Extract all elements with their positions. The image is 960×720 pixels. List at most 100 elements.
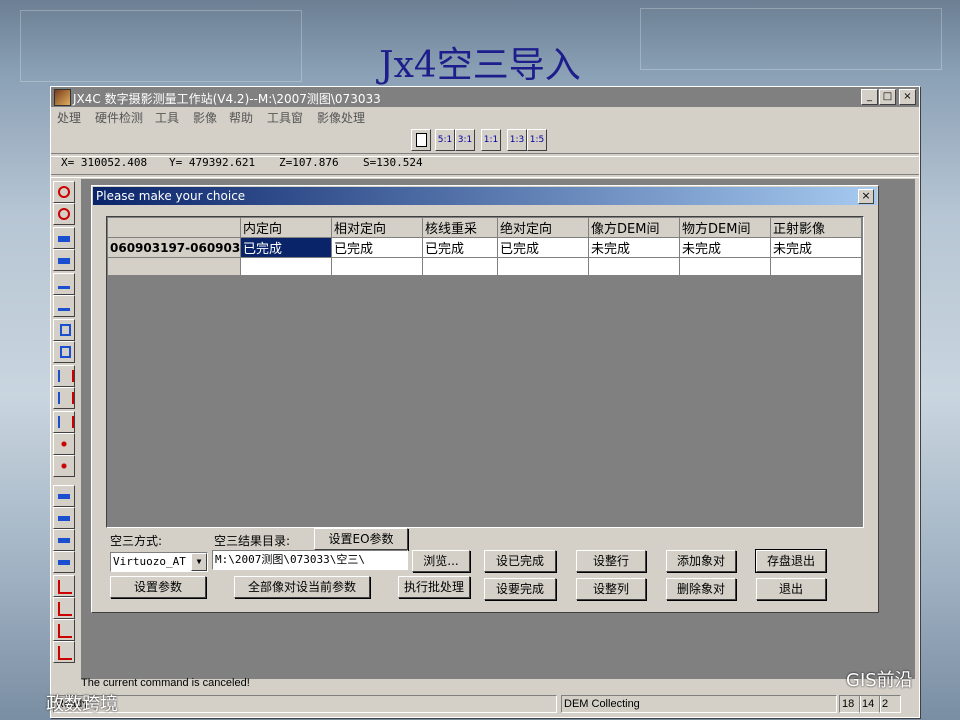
table-cell[interactable]: 已完成 [497, 237, 589, 258]
status-count-1: 18 [839, 695, 861, 713]
column-header[interactable]: 内定向 [240, 217, 332, 238]
apply-all-pairs-button[interactable]: 全部像对设当前参数 [234, 576, 370, 598]
point-tool-2[interactable] [53, 455, 75, 477]
raise-icon [58, 278, 70, 289]
column-header[interactable]: 像方DEM间 [588, 217, 680, 238]
column-header[interactable]: 核线重采 [422, 217, 498, 238]
table-cell-selected[interactable]: 已完成 [240, 237, 332, 258]
row-header[interactable] [107, 257, 241, 276]
table-cell[interactable]: 未完成 [770, 237, 862, 258]
table-cell[interactable] [770, 257, 862, 276]
toolbar: 5:1 3:1 1:1 1:3 1:5 [51, 127, 919, 153]
line-tool-3[interactable] [53, 619, 75, 641]
set-todo-button[interactable]: 设要完成 [484, 578, 556, 600]
table-cell[interactable]: 未完成 [588, 237, 680, 258]
raise-tool[interactable] [53, 273, 75, 295]
align-icon [58, 370, 74, 382]
save-exit-button[interactable]: 存盘退出 [755, 549, 827, 573]
browse-button[interactable]: 浏览... [412, 550, 470, 572]
corner-cell [107, 217, 241, 238]
app-title: JX4C 数字摄影测量工作站(V4.2)--M:\2007测图\073033 [73, 92, 381, 106]
menu-help[interactable]: 帮助 [229, 109, 253, 126]
command-status-text: The current command is canceled! [81, 677, 250, 689]
frame-icon [60, 346, 71, 358]
zoom-1-3-button[interactable]: 1:3 [507, 129, 527, 151]
chevron-down-icon[interactable]: ▼ [191, 553, 207, 571]
line-tool-2[interactable] [53, 597, 75, 619]
menu-process[interactable]: 处理 [57, 109, 81, 126]
set-row-button[interactable]: 设整行 [576, 550, 646, 572]
app-logo-icon [54, 89, 71, 106]
table-cell[interactable] [679, 257, 771, 276]
zoom-out-tool[interactable] [53, 203, 75, 225]
align-icon [58, 416, 74, 428]
layer-tool-1[interactable] [53, 485, 75, 507]
coord-s: S=130.524 [363, 156, 423, 169]
status-count-3: 2 [879, 695, 901, 713]
layer-tool-2[interactable] [53, 507, 75, 529]
status-ready: Ready [53, 695, 557, 713]
table-cell[interactable]: 已完成 [422, 237, 498, 258]
add-pair-button[interactable]: 添加象对 [666, 550, 736, 572]
close-button[interactable]: × [899, 89, 916, 105]
menu-image-processing[interactable]: 影像处理 [317, 109, 365, 126]
line-tool-1[interactable] [53, 575, 75, 597]
zoom-3-1-button[interactable]: 3:1 [455, 129, 475, 151]
line-icon [58, 646, 72, 660]
table-cell[interactable] [588, 257, 680, 276]
table-cell[interactable]: 未完成 [679, 237, 771, 258]
minimize-button[interactable]: _ [861, 89, 878, 105]
column-header[interactable]: 相对定向 [331, 217, 423, 238]
table-row-empty [107, 257, 862, 276]
line-icon [58, 602, 72, 616]
column-header[interactable]: 绝对定向 [497, 217, 589, 238]
column-header[interactable]: 物方DEM间 [679, 217, 771, 238]
model-up-tool[interactable] [53, 227, 75, 249]
model-down-tool[interactable] [53, 249, 75, 271]
line-icon [58, 580, 72, 594]
delete-pair-button[interactable]: 删除象对 [666, 578, 736, 600]
run-batch-button[interactable]: 执行批处理 [398, 576, 470, 598]
maximize-button[interactable]: □ [879, 89, 896, 105]
menu-hardware[interactable]: 硬件检测 [95, 109, 143, 126]
remove-frame-tool[interactable] [53, 341, 75, 363]
coordinate-bar: X= 310052.408 Y= 479392.621 Z=107.876 S=… [51, 153, 919, 173]
menu-tool-window[interactable]: 工具窗 [267, 109, 303, 126]
zoom-1-5-button[interactable]: 1:5 [527, 129, 547, 151]
new-document-button[interactable] [411, 129, 431, 151]
table-cell[interactable] [422, 257, 498, 276]
table-cell[interactable]: 已完成 [331, 237, 423, 258]
point-tool-1[interactable] [53, 433, 75, 455]
lower-tool[interactable] [53, 295, 75, 317]
zoom-5-1-button[interactable]: 5:1 [435, 129, 455, 151]
column-header[interactable]: 正射影像 [770, 217, 862, 238]
row-header[interactable]: 060903197-06090319 [107, 237, 241, 258]
set-column-button[interactable]: 设整列 [576, 578, 646, 600]
table-cell[interactable] [240, 257, 332, 276]
align-icon [58, 392, 74, 404]
line-tool-4[interactable] [53, 641, 75, 663]
dialog-close-button[interactable]: × [858, 189, 874, 204]
set-eo-params-button[interactable]: 设置EO参数 [314, 528, 408, 550]
layer-tool-4[interactable] [53, 551, 75, 573]
method-select[interactable]: Virtuozo_AT ▼ [110, 552, 208, 572]
menu-image[interactable]: 影像 [193, 109, 217, 126]
exit-button[interactable]: 退出 [756, 578, 826, 600]
align-tool-2[interactable] [53, 387, 75, 409]
menu-tools[interactable]: 工具 [155, 109, 179, 126]
add-frame-tool[interactable] [53, 319, 75, 341]
zoom-1-1-button[interactable]: 1:1 [481, 129, 501, 151]
set-done-button[interactable]: 设已完成 [484, 550, 556, 572]
result-dir-input[interactable]: M:\2007测图\073033\空三\ [212, 550, 408, 570]
line-icon [58, 624, 72, 638]
layer-tool-3[interactable] [53, 529, 75, 551]
points-icon [58, 460, 70, 472]
set-params-button[interactable]: 设置参数 [110, 576, 206, 598]
table-cell[interactable] [331, 257, 423, 276]
layer-icon [58, 516, 70, 521]
align-tool-1[interactable] [53, 365, 75, 387]
align-tool-3[interactable] [53, 411, 75, 433]
zoom-in-tool[interactable] [53, 181, 75, 203]
status-mode: DEM Collecting [561, 695, 837, 713]
table-cell[interactable] [497, 257, 589, 276]
